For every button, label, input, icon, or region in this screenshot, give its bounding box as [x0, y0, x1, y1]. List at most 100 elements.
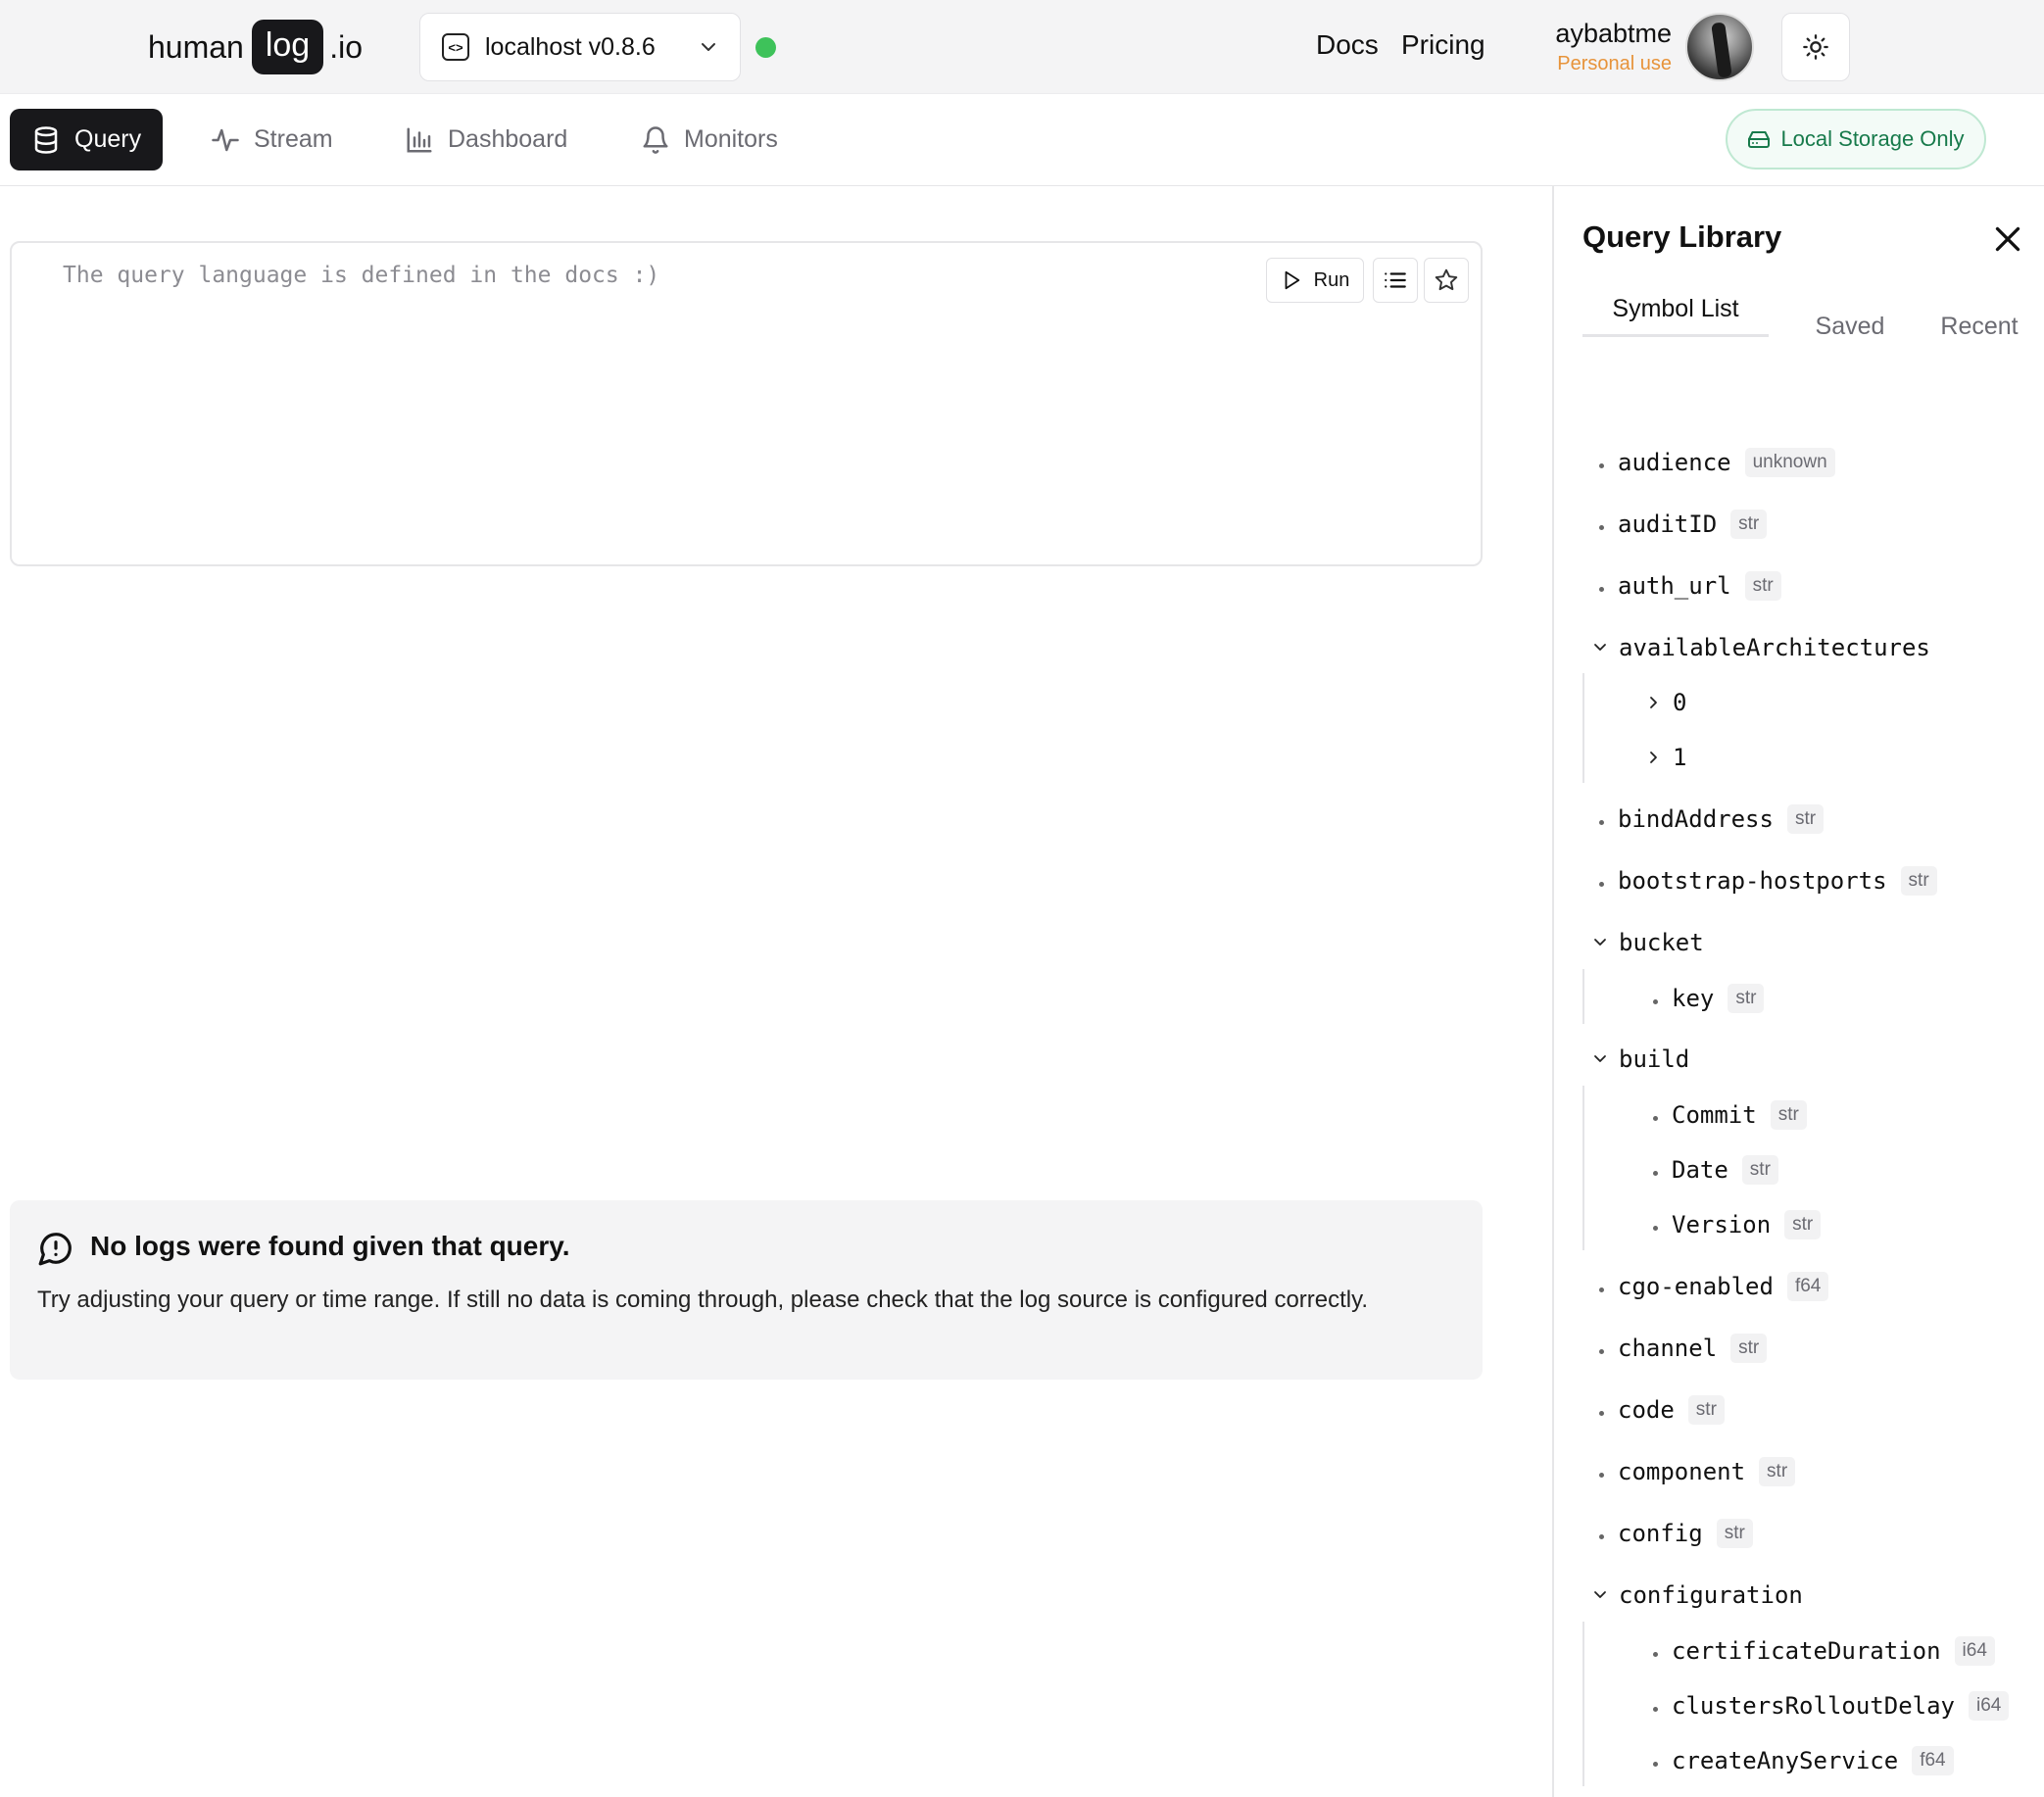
- environment-select[interactable]: <> localhost v0.8.6: [419, 13, 741, 81]
- symbol-name: Version: [1672, 1211, 1772, 1238]
- close-icon[interactable]: [1990, 221, 2025, 257]
- local-storage-badge[interactable]: Local Storage Only: [1726, 109, 1986, 170]
- symbol-item[interactable]: createAnyService f64: [1653, 1741, 1954, 1780]
- main-tab-bar: Query Stream Dashboard Monitors Local St…: [0, 94, 2044, 186]
- avatar[interactable]: [1685, 13, 1754, 81]
- bullet-dot-icon: [1653, 1225, 1658, 1231]
- bullet-dot-icon: [1599, 586, 1604, 592]
- symbol-item[interactable]: code str: [1599, 1390, 1725, 1430]
- tab-query-label: Query: [74, 125, 142, 153]
- symbol-item[interactable]: Commit str: [1653, 1095, 1807, 1135]
- query-editor[interactable]: The query language is defined in the doc…: [10, 241, 1483, 566]
- brand-logo[interactable]: human log .io: [148, 20, 363, 74]
- symbol-item[interactable]: key str: [1653, 979, 1765, 1018]
- symbol-item[interactable]: configuration: [1593, 1576, 1803, 1615]
- symbol-name: auth_url: [1618, 572, 1731, 600]
- tab-stream[interactable]: Stream: [189, 109, 355, 170]
- chevron-right-icon[interactable]: [1647, 696, 1661, 709]
- empty-results-title: No logs were found given that query.: [90, 1231, 570, 1261]
- symbol-item[interactable]: component str: [1599, 1452, 1796, 1491]
- symbol-item[interactable]: 0: [1647, 683, 1686, 722]
- chevron-down-icon[interactable]: [1593, 936, 1607, 949]
- connection-status-dot: [755, 37, 776, 58]
- environment-label: localhost v0.8.6: [485, 32, 656, 61]
- symbol-name: configuration: [1619, 1581, 1803, 1609]
- bullet-dot-icon: [1599, 462, 1604, 468]
- symbol-name: audience: [1618, 449, 1731, 476]
- bullet-dot-icon: [1599, 1287, 1604, 1292]
- symbol-item[interactable]: availableArchitectures: [1593, 628, 1930, 667]
- symbol-item[interactable]: bucket: [1593, 923, 1704, 962]
- tree-guide-line: [1582, 673, 1584, 783]
- symbol-item[interactable]: Date str: [1653, 1150, 1778, 1190]
- tab-query[interactable]: Query: [10, 109, 164, 170]
- library-tabs: Symbol List Saved Recent: [1582, 292, 2023, 380]
- symbol-item[interactable]: Version str: [1653, 1205, 1822, 1244]
- empty-results-description: Try adjusting your query or time range. …: [37, 1287, 1369, 1313]
- chevron-down-icon[interactable]: [1593, 641, 1607, 655]
- symbol-item[interactable]: bindAddress str: [1599, 800, 1825, 839]
- alert-message-icon: [38, 1233, 72, 1266]
- tree-guide-line: [1582, 969, 1584, 1024]
- chevron-right-icon[interactable]: [1647, 751, 1661, 764]
- run-button[interactable]: Run: [1266, 258, 1364, 303]
- symbol-type-badge: str: [1770, 1100, 1807, 1130]
- star-icon: [1435, 268, 1458, 291]
- symbol-item[interactable]: config str: [1599, 1514, 1753, 1553]
- symbol-name: config: [1618, 1520, 1703, 1547]
- symbol-item[interactable]: audience unknown: [1599, 443, 1835, 482]
- save-query-button[interactable]: [1424, 258, 1469, 303]
- symbol-item[interactable]: channel str: [1599, 1329, 1768, 1368]
- top-header: human log .io <> localhost v0.8.6 Docs P…: [0, 0, 2044, 94]
- bullet-dot-icon: [1653, 1115, 1658, 1121]
- library-tab-saved[interactable]: Saved: [1796, 310, 1904, 344]
- chevron-down-icon[interactable]: [1593, 1052, 1607, 1066]
- symbol-item[interactable]: build: [1593, 1040, 1689, 1079]
- local-storage-label: Local Storage Only: [1780, 126, 1965, 151]
- symbol-name: channel: [1618, 1335, 1718, 1362]
- symbol-name: clustersRolloutDelay: [1672, 1692, 1955, 1720]
- bullet-dot-icon: [1653, 1170, 1658, 1176]
- bullet-dot-icon: [1599, 1472, 1604, 1478]
- symbol-type-badge: str: [1759, 1457, 1796, 1486]
- query-list-button[interactable]: [1373, 258, 1418, 303]
- symbol-item[interactable]: auditID str: [1599, 505, 1768, 544]
- symbol-name: bucket: [1619, 929, 1704, 956]
- tab-monitors[interactable]: Monitors: [619, 109, 800, 170]
- tab-stream-label: Stream: [254, 125, 333, 153]
- symbol-item[interactable]: 1: [1647, 738, 1686, 777]
- tab-dashboard[interactable]: Dashboard: [383, 109, 589, 170]
- symbol-name: bindAddress: [1618, 805, 1774, 833]
- bullet-dot-icon: [1599, 1533, 1604, 1539]
- symbol-item[interactable]: bootstrap-hostports str: [1599, 861, 1937, 900]
- symbol-name: build: [1619, 1045, 1690, 1073]
- bullet-dot-icon: [1599, 819, 1604, 825]
- database-icon: [34, 125, 58, 154]
- docs-link[interactable]: Docs: [1316, 29, 1379, 61]
- symbol-name: auditID: [1618, 510, 1718, 538]
- symbol-type-badge: str: [1730, 1334, 1768, 1363]
- symbol-item[interactable]: clustersRolloutDelay i64: [1653, 1686, 2010, 1725]
- symbol-type-badge: f64: [1786, 1272, 1829, 1301]
- bullet-dot-icon: [1653, 1761, 1658, 1767]
- library-tab-symbol-list[interactable]: Symbol List: [1582, 292, 1769, 337]
- symbol-name: availableArchitectures: [1619, 634, 1930, 661]
- symbol-item[interactable]: auth_url str: [1599, 566, 1781, 606]
- query-library-title: Query Library: [1582, 219, 1782, 254]
- user-info[interactable]: aybabtme Personal use: [1540, 16, 1672, 76]
- symbol-name: cgo-enabled: [1618, 1273, 1774, 1300]
- empty-results-panel: No logs were found given that query. Try…: [10, 1200, 1483, 1380]
- tab-monitors-label: Monitors: [684, 125, 778, 153]
- chevron-down-icon[interactable]: [1593, 1588, 1607, 1602]
- symbol-item[interactable]: cgo-enabled f64: [1599, 1267, 1829, 1306]
- symbol-item[interactable]: certificateDuration i64: [1653, 1631, 1995, 1671]
- symbol-name: component: [1618, 1458, 1746, 1485]
- pricing-link[interactable]: Pricing: [1401, 29, 1485, 61]
- theme-toggle-button[interactable]: [1781, 13, 1850, 81]
- symbol-name: Commit: [1672, 1101, 1757, 1129]
- library-tab-recent[interactable]: Recent: [1925, 310, 2033, 344]
- bullet-dot-icon: [1653, 1651, 1658, 1657]
- user-plan: Personal use: [1557, 53, 1672, 74]
- tree-guide-line: [1582, 1622, 1584, 1786]
- symbol-name: bootstrap-hostports: [1618, 867, 1887, 895]
